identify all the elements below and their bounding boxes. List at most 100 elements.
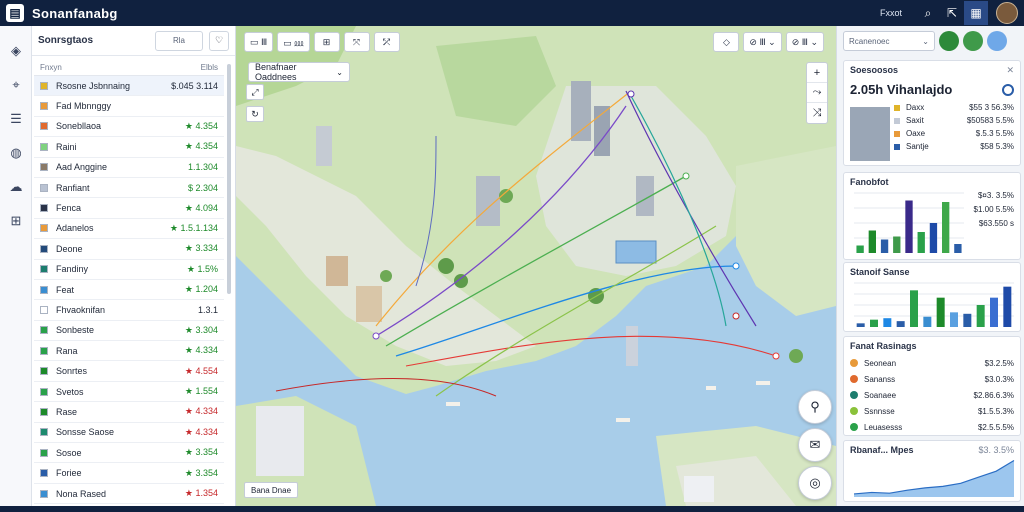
layer-value: ★ 1.5% (186, 263, 218, 274)
list-item-label: Ssnnsse (864, 406, 895, 416)
table-row[interactable]: Rana ★ 4.334 (34, 341, 224, 362)
map-tool-5[interactable]: ⤱ (373, 32, 400, 52)
table-row[interactable]: Ranfiant $ 2.304 (34, 178, 224, 199)
zoom-control: + ⤳ ⤨ (806, 62, 828, 124)
table-row[interactable]: Fandiny ★ 1.5% (34, 260, 224, 280)
table-row[interactable]: Raini ★ 4.354 (34, 137, 224, 158)
list-icon[interactable]: ☰ (0, 102, 32, 136)
layer-name: Ranfiant (56, 182, 90, 193)
table-icon[interactable]: ⊞ (0, 204, 32, 238)
building-thumbnail (850, 107, 890, 161)
map-top-right-controls: ◇ ⊘ Ⅲ ⌄ ⊘ Ⅲ ⌄ (713, 32, 828, 52)
layer-table: Fnxyn Elbls Rsosne Jsbnnaing $.045 3.114 F… (34, 60, 224, 505)
chart1-title: Fanobfot (850, 177, 889, 187)
summary-card: Soesoosos ✕ 2.05h Vihanlajdo Daxx $55 3 5… (843, 60, 1021, 166)
map-tool-2[interactable]: ▭ ⅏ (277, 32, 310, 52)
close-icon[interactable]: ✕ (1006, 65, 1014, 76)
table-row[interactable]: Fhvaoknifan 1.3.1 (34, 300, 224, 321)
chart-bar (893, 236, 901, 253)
list-item[interactable]: Ssnnsse $1.5.5.3% (844, 403, 1020, 419)
list-item-dot (850, 375, 858, 383)
compass-icon[interactable]: ⚲ (798, 390, 832, 424)
table-row[interactable]: Sonbeste ★ 3.304 (34, 321, 224, 342)
list-item[interactable]: Sananss $3.0.3% (844, 371, 1020, 387)
chart1-legend-1: $¤3. 3.5% (977, 191, 1014, 200)
palette-icon[interactable]: ◍ (0, 136, 32, 170)
list-item[interactable]: Seonean $3.2.5% (844, 355, 1020, 371)
layer-name: Adanelos (56, 223, 94, 234)
chart-card-1: Fanobfot $¤3. 3.5% $1.00 5.5% $63.550 s (843, 172, 1021, 260)
chart-area (854, 460, 1014, 497)
layer-value: ★ 4.334 (184, 426, 218, 437)
tag-icon[interactable]: ⌖ (0, 68, 32, 102)
filter-button-a[interactable]: ⊘ Ⅲ ⌄ (743, 32, 782, 52)
table-row[interactable]: Fenca ★ 4.094 (34, 198, 224, 219)
map-tool-1[interactable]: ▭ Ⅲ (244, 32, 274, 52)
table-row[interactable]: Foriee ★ 3.354 (34, 463, 224, 484)
layer-value: 1.3.1 (197, 304, 218, 315)
table-row[interactable]: Deone ★ 3.334 (34, 239, 224, 260)
chevron-down-icon: ⌄ (922, 36, 929, 46)
pan-icon[interactable]: ⤢ (246, 84, 264, 100)
filter-chip[interactable]: Rla (155, 30, 203, 51)
rotate-icon[interactable]: ↻ (246, 106, 264, 122)
route-tool-button[interactable]: ⤳ (807, 83, 827, 103)
map-tool-3[interactable]: ⊞ (313, 32, 340, 52)
layer-value: ★ 3.304 (184, 324, 218, 335)
info-dot-icon[interactable] (987, 31, 1007, 51)
avatar[interactable] (996, 2, 1018, 24)
filter-button-b[interactable]: ⊘ Ⅲ ⌄ (785, 32, 824, 52)
status-dot-icon[interactable] (939, 31, 959, 51)
chart1-legend: $¤3. 3.5% $1.00 5.5% $63.550 s (974, 191, 1014, 233)
refresh-icon[interactable] (1002, 83, 1014, 96)
summary-card-title: Soesoosos (850, 65, 899, 75)
layer-swatch (40, 285, 48, 294)
chat-icon[interactable]: ✉ (798, 428, 832, 462)
table-row[interactable]: Aad Anggine 1.1.304 (34, 158, 224, 178)
search-icon[interactable]: ⌕ (916, 1, 940, 25)
left-panel-header: Sonrsgtaos Rla ♡ (32, 26, 235, 56)
table-row[interactable]: Svetos ★ 1.554 (34, 382, 224, 403)
basemap-dropdown[interactable]: Benafnaer Oaddnees ⌄ (248, 62, 350, 82)
list-item-value: $1.5.5.3% (977, 406, 1014, 416)
layer-value: ★ 1.204 (184, 284, 218, 295)
layers-icon[interactable]: ◈ (0, 34, 32, 68)
layer-swatch (40, 387, 48, 396)
list-item[interactable]: Leuasesss $2.5.5.5% (844, 419, 1020, 435)
table-row[interactable]: Sosoe ★ 3.354 (34, 443, 224, 464)
layer-name: Sonbeste (56, 325, 95, 336)
table-row[interactable]: Sonebllaoa ★ 4.354 (34, 117, 224, 138)
table-row[interactable]: Sonsse Saose ★ 4.334 (34, 423, 224, 444)
layer-value: ★ 1.354 (184, 488, 218, 498)
right-panel: Rcanenoec ⌄ Soesoosos ✕ 2.05h Vihanlajdo… (836, 26, 1024, 506)
layer-name: Aad Anggine (56, 162, 108, 173)
left-panel-scrollbar[interactable] (227, 64, 231, 294)
pin-button[interactable]: ◇ (713, 32, 740, 52)
grid-icon[interactable]: ▦ (964, 1, 988, 25)
table-row[interactable]: Feat ★ 1.204 (34, 280, 224, 301)
locate-icon[interactable]: ◎ (798, 466, 832, 500)
table-row[interactable]: Rsosne Jsbnnaing $.045 3.114 (34, 76, 224, 97)
chart3-value: $3. 3.5% (978, 445, 1014, 455)
layer-name: Deone (56, 243, 83, 254)
cloud-icon[interactable]: ☁ (0, 170, 32, 204)
list-item[interactable]: Soanaee $2.86.6.3% (844, 387, 1020, 403)
top-link[interactable]: Fxxot (880, 8, 902, 18)
table-row[interactable]: Sonrtes ★ 4.554 (34, 361, 224, 382)
layer-name: Sosoe (56, 447, 82, 458)
table-row[interactable]: Nona Rased ★ 1.354 (34, 484, 224, 505)
split-tool-button[interactable]: ⤨ (807, 103, 827, 123)
column-value-header: Elbls (200, 63, 218, 72)
table-row[interactable]: Rase ★ 4.334 (34, 402, 224, 423)
layer-name: Sonsse Saose (56, 427, 115, 438)
share-icon[interactable]: ⇱ (940, 1, 964, 25)
chart-bar (1003, 286, 1012, 327)
map-tool-4[interactable]: ⤧ (343, 32, 370, 52)
region-select[interactable]: Rcanenoec ⌄ (843, 31, 935, 51)
favorite-icon[interactable]: ♡ (209, 30, 229, 51)
zoom-in-button[interactable]: + (807, 63, 827, 83)
table-row[interactable]: Fad Mbnnggy (34, 96, 224, 117)
map-canvas[interactable]: ▭ Ⅲ ▭ ⅏ ⊞ ⤧ ⤱ Benafnaer Oaddnees ⌄ ⤢ ↻ ◇… (236, 26, 836, 506)
layer-dot-icon[interactable] (963, 31, 983, 51)
table-row[interactable]: Adanelos ★ 1.5.1.134 (34, 219, 224, 240)
